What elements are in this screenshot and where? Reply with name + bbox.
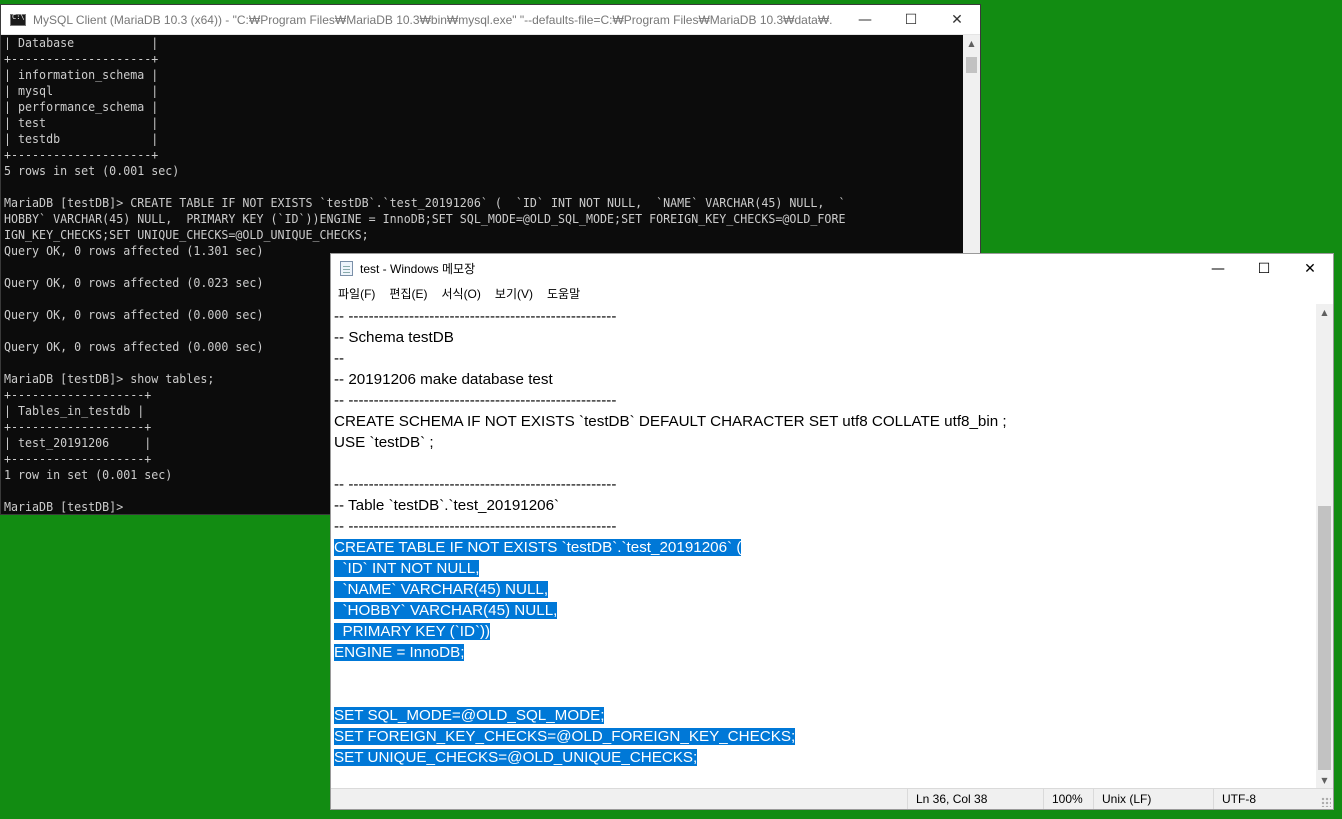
editor-line: ENGINE = InnoDB; (334, 642, 1315, 663)
console-minimize-button[interactable]: — (842, 5, 888, 34)
selected-text: SET FOREIGN_KEY_CHECKS=@OLD_FOREIGN_KEY_… (334, 728, 796, 745)
console-app-icon (10, 13, 26, 26)
status-cursor-position: Ln 36, Col 38 (907, 789, 1040, 809)
console-line: | Database | (4, 35, 159, 50)
notepad-close-button[interactable]: ✕ (1287, 254, 1333, 283)
editor-line: -- -------------------------------------… (334, 390, 1315, 411)
selected-text: CREATE TABLE IF NOT EXISTS `testDB`.`tes… (334, 539, 742, 556)
line-text: -- -------------------------------------… (334, 392, 617, 409)
resize-grip-icon[interactable] (1321, 797, 1331, 807)
editor-line: USE `testDB` ; (334, 432, 1315, 453)
notepad-minimize-button[interactable]: — (1195, 254, 1241, 283)
notepad-text-area[interactable]: -- -------------------------------------… (334, 306, 1315, 806)
console-line: | testdb | (4, 131, 159, 146)
editor-line: `NAME` VARCHAR(45) NULL, (334, 579, 1315, 600)
notepad-scroll-up-icon[interactable]: ▲ (1316, 304, 1333, 321)
status-zoom: 100% (1043, 789, 1098, 809)
console-line: | test | (4, 115, 159, 130)
selected-text: PRIMARY KEY (`ID`)) (334, 623, 491, 640)
console-scroll-thumb[interactable] (966, 57, 977, 73)
notepad-scroll-thumb[interactable] (1318, 506, 1331, 770)
selected-text: `NAME` VARCHAR(45) NULL, (334, 581, 549, 598)
line-text: -- (334, 350, 345, 367)
editor-line: SET UNIQUE_CHECKS=@OLD_UNIQUE_CHECKS; (334, 747, 1315, 768)
editor-line: -- 20191206 make database test (334, 369, 1315, 390)
line-text: -- 20191206 make database test (334, 371, 553, 388)
notepad-maximize-button[interactable]: ☐ (1241, 254, 1287, 283)
editor-line: -- Table `testDB`.`test_20191206` (334, 495, 1315, 516)
console-line: | mysql | (4, 83, 159, 98)
notepad-titlebar[interactable]: test - Windows 메모장 — ☐ ✕ (331, 254, 1333, 282)
menu-help[interactable]: 도움말 (540, 285, 587, 302)
console-scroll-up-icon[interactable]: ▲ (963, 35, 980, 52)
menu-file[interactable]: 파일(F) (331, 285, 382, 302)
editor-line: SET SQL_MODE=@OLD_SQL_MODE; (334, 705, 1315, 726)
console-line: HOBBY` VARCHAR(45) NULL, PRIMARY KEY (`I… (4, 211, 846, 226)
console-line: IGN_KEY_CHECKS;SET UNIQUE_CHECKS=@OLD_UN… (4, 227, 369, 242)
menu-view[interactable]: 보기(V) (488, 285, 540, 302)
console-close-button[interactable]: ✕ (934, 5, 980, 34)
editor-line: -- -------------------------------------… (334, 306, 1315, 327)
line-text: -- -------------------------------------… (334, 518, 617, 535)
selected-text: `ID` INT NOT NULL, (334, 560, 480, 577)
line-text: USE `testDB` ; (334, 434, 434, 451)
editor-line: -- -------------------------------------… (334, 516, 1315, 537)
menu-format[interactable]: 서식(O) (434, 285, 487, 302)
console-line: +--------------------+ (4, 147, 159, 162)
console-line: | performance_schema | (4, 99, 159, 114)
line-text: -- Table `testDB`.`test_20191206` (334, 497, 560, 514)
editor-line: -- Schema testDB (334, 327, 1315, 348)
console-titlebar[interactable]: MySQL Client (MariaDB 10.3 (x64)) - "C:₩… (1, 5, 980, 35)
console-line: MariaDB [testDB]> CREATE TABLE IF NOT EX… (4, 195, 846, 210)
status-encoding: UTF-8 (1213, 789, 1322, 809)
selected-text: `HOBBY` VARCHAR(45) NULL, (334, 602, 558, 619)
notepad-app-icon (340, 260, 353, 276)
editor-line: SET FOREIGN_KEY_CHECKS=@OLD_FOREIGN_KEY_… (334, 726, 1315, 747)
notepad-statusbar: Ln 36, Col 38 100% Unix (LF) UTF-8 (331, 788, 1333, 809)
editor-line: `ID` INT NOT NULL, (334, 558, 1315, 579)
notepad-scroll-down-icon[interactable]: ▼ (1316, 772, 1333, 789)
editor-line: -- -------------------------------------… (334, 474, 1315, 495)
menu-edit[interactable]: 편집(E) (382, 285, 434, 302)
console-line: +--------------------+ (4, 51, 159, 66)
line-text: -- Schema testDB (334, 329, 454, 346)
status-line-ending: Unix (LF) (1093, 789, 1212, 809)
editor-line: PRIMARY KEY (`ID`)) (334, 621, 1315, 642)
line-text: CREATE SCHEMA IF NOT EXISTS `testDB` DEF… (334, 413, 1007, 430)
selected-text: SET SQL_MODE=@OLD_SQL_MODE; (334, 707, 605, 724)
editor-line: `HOBBY` VARCHAR(45) NULL, (334, 600, 1315, 621)
editor-line: -- (334, 348, 1315, 369)
notepad-title: test - Windows 메모장 (360, 261, 476, 276)
console-maximize-button[interactable]: ☐ (888, 5, 934, 34)
editor-line: CREATE TABLE IF NOT EXISTS `testDB`.`tes… (334, 537, 1315, 558)
notepad-window[interactable]: test - Windows 메모장 — ☐ ✕ 파일(F) 편집(E) 서식(… (330, 253, 1334, 810)
notepad-scrollbar[interactable]: ▲ ▼ (1316, 304, 1333, 789)
console-title: MySQL Client (MariaDB 10.3 (x64)) - "C:₩… (33, 12, 833, 27)
console-line: 5 rows in set (0.001 sec) (4, 163, 180, 178)
line-text: -- -------------------------------------… (334, 476, 617, 493)
selected-text: SET UNIQUE_CHECKS=@OLD_UNIQUE_CHECKS; (334, 749, 698, 766)
line-text: -- -------------------------------------… (334, 308, 617, 325)
notepad-menubar: 파일(F) 편집(E) 서식(O) 보기(V) 도움말 (331, 282, 1333, 304)
editor-line: CREATE SCHEMA IF NOT EXISTS `testDB` DEF… (334, 411, 1315, 432)
console-line: | information_schema | (4, 67, 159, 82)
selected-text: ENGINE = InnoDB; (334, 644, 465, 661)
